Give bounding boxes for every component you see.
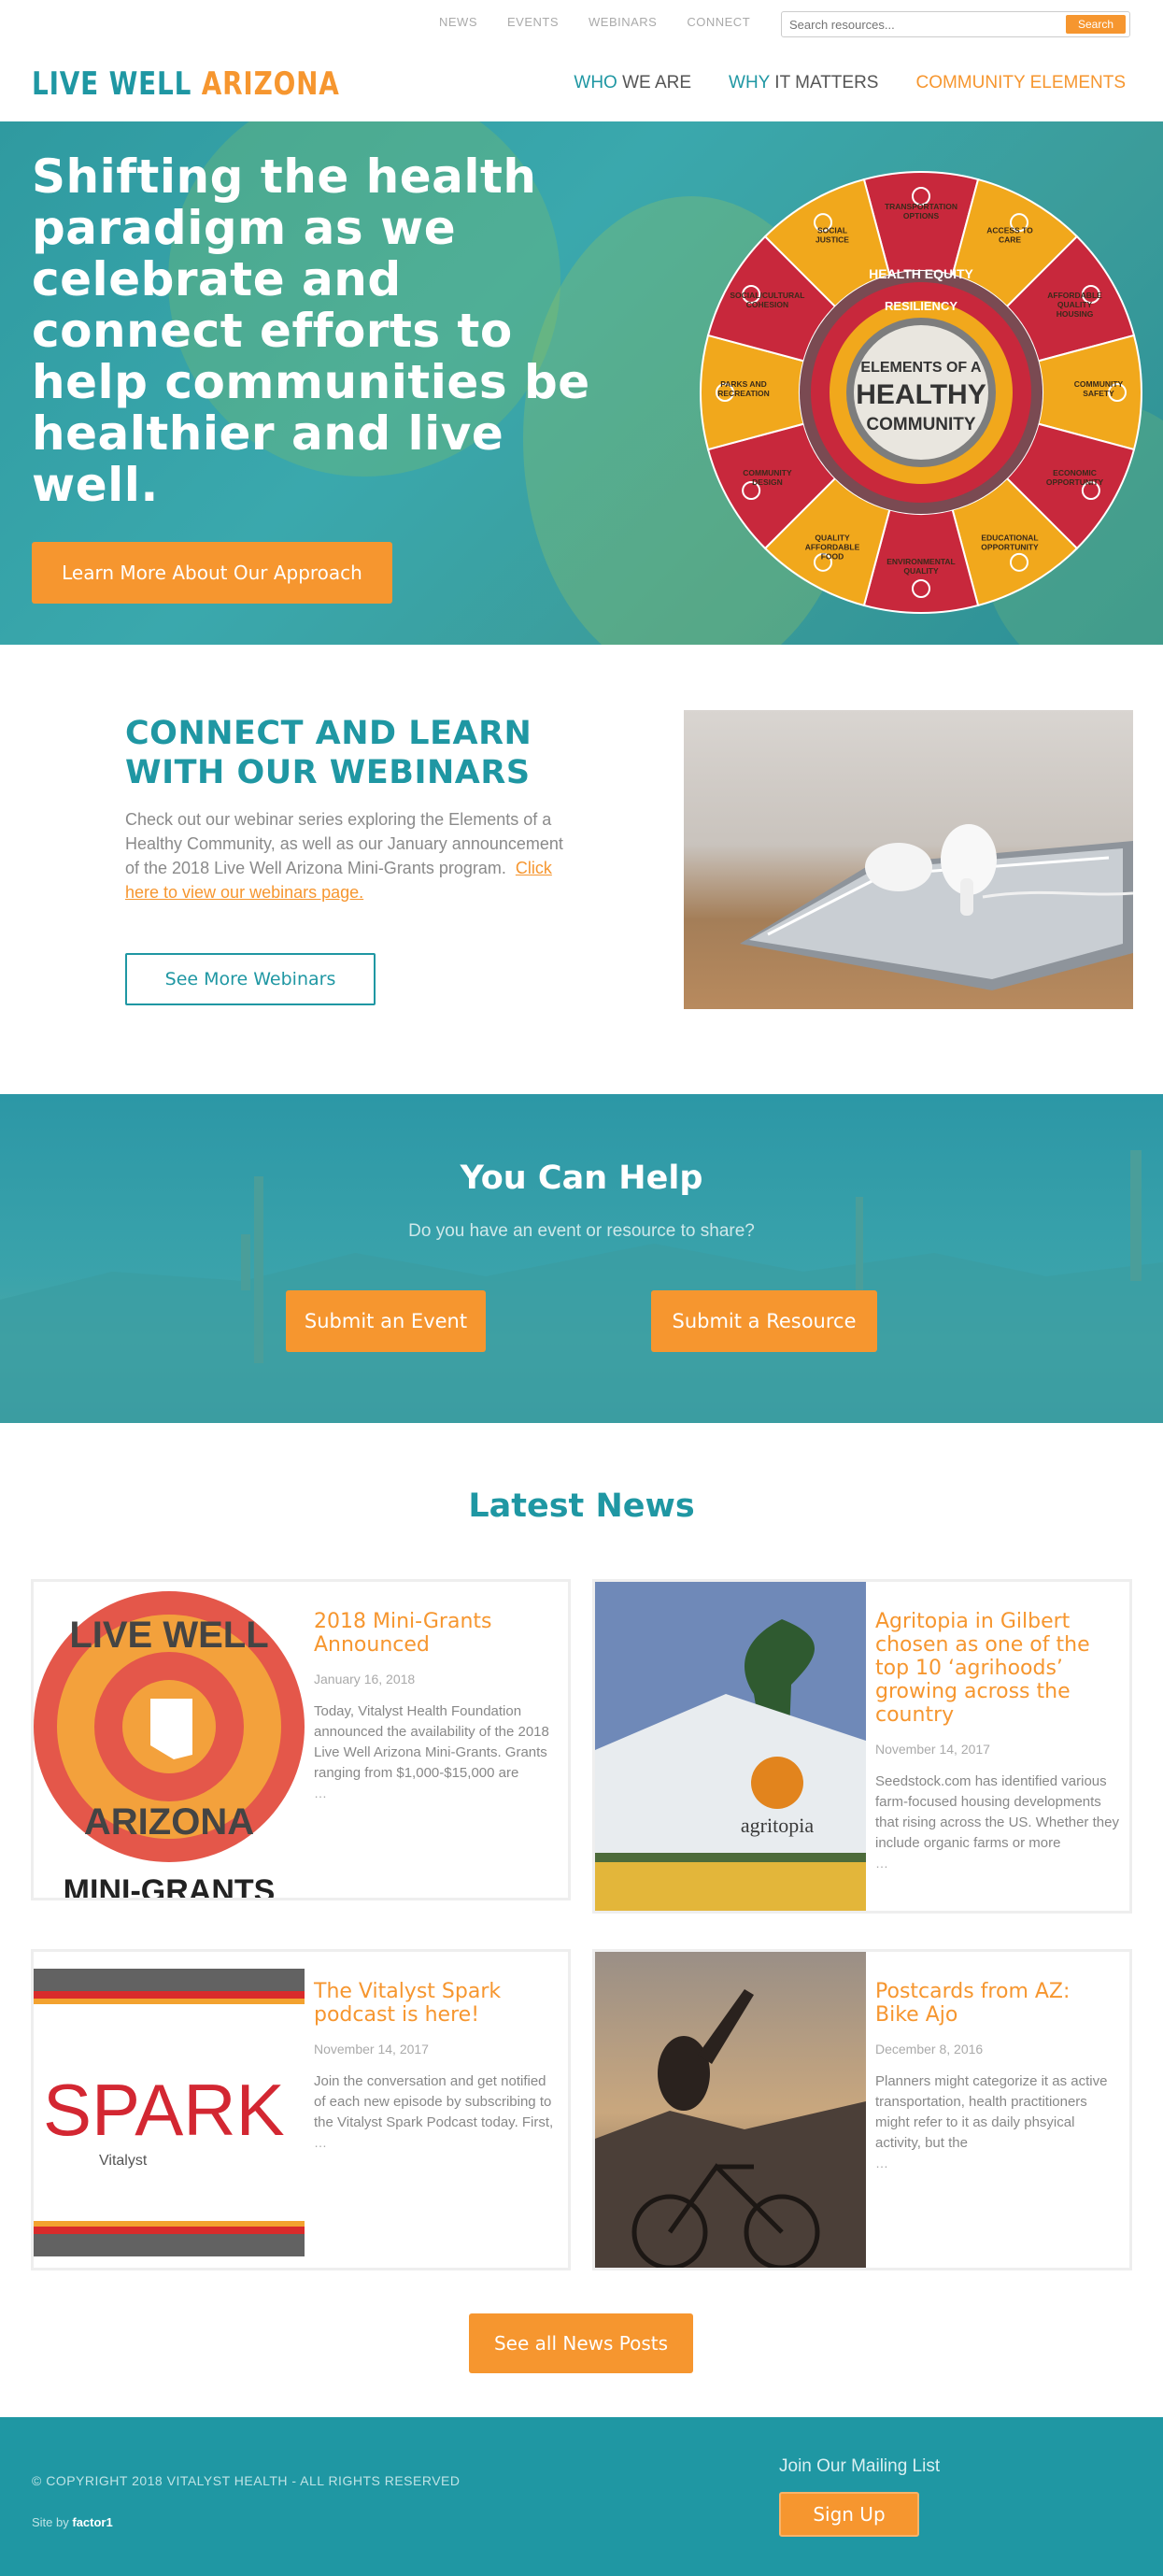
news-title[interactable]: Postcards from AZ: Bike Ajo [875,1980,1120,2027]
healthy-community-wheel: TRANSPORTATION OPTIONSACCESS TO CAREAFFORD… [700,171,1142,614]
nav-who-we-are[interactable]: WHO WE ARE [574,73,691,93]
nav-who-rest: WE ARE [617,73,692,93]
search-input[interactable] [789,16,1051,33]
webinars-text: Check out our webinar series exploring t… [125,807,574,904]
help-title: You Can Help [460,1160,703,1197]
earbuds-phone-illustration [740,824,1133,990]
wheel-segment-label: ECONOMIC OPPORTUNITY [1046,468,1104,487]
news-ellipsis: … [875,2156,888,2170]
news-date: November 14, 2017 [314,2042,429,2057]
utility-link-webinars[interactable]: WEBINARS [589,15,657,29]
search-button[interactable]: Search [1066,15,1126,34]
help-subtitle: Do you have an event or resource to shar… [408,1221,755,1241]
thumb-text-vitalyst: Vitalyst [99,2153,148,2169]
news-date: November 14, 2017 [875,1742,990,1757]
news-ellipsis: … [314,2135,327,2150]
search-box: Search [781,11,1130,37]
news-thumbnail: agritopia [595,1582,866,1911]
news-excerpt: Join the conversation and get notified o… [314,2073,554,2130]
nav-why-accent: WHY [729,73,771,93]
logo-text-live-well: LIVE WELL [32,65,192,103]
main-nav: LIVE WELL ARIZONA WHO WE ARE WHY IT MATT… [0,47,1163,121]
thumb-text-arizona: ARIZONA [84,1801,254,1843]
wheel-center-line3: COMMUNITY [866,415,975,434]
news-title[interactable]: The Vitalyst Spark podcast is here! [314,1980,559,2027]
news-card-body: 2018 Mini-Grants Announced January 16, 2… [314,1610,559,1800]
news-card[interactable]: LIVE WELL ARIZONA MINI-GRANTS 2018 Mini-… [31,1579,571,1900]
nav-menu: WHO WE ARE WHY IT MATTERS COMMUNITY ELEM… [574,73,1126,93]
news-thumbnail: SPARK Vitalyst [34,1952,305,2268]
news-card-body: The Vitalyst Spark podcast is here! Nove… [314,1980,559,2150]
see-all-news-button[interactable]: See all News Posts [469,2313,693,2373]
submit-event-button[interactable]: Submit an Event [286,1290,486,1352]
hero-section: Shifting the health paradigm as we celeb… [0,121,1163,645]
wheel-ring-label-equity: HEALTH EQUITY [869,266,973,281]
webinars-body: Check out our webinar series exploring t… [125,810,563,877]
thumb-text-mini-grants: MINI-GRANTS [64,1873,276,1898]
desert-background [0,1150,1163,1423]
news-ellipsis: … [875,1856,888,1871]
site-by-label: Site by [32,2515,69,2529]
utility-link-news[interactable]: NEWS [439,15,477,29]
site-by: Site by factor1 [32,2515,113,2529]
news-card[interactable]: agritopia Agritopia in Gilbert chosen as… [592,1579,1132,1914]
mini-grants-logo-image: LIVE WELL ARIZONA MINI-GRANTS [34,1582,305,1898]
news-excerpt: Seedstock.com has identified various far… [875,1773,1119,1851]
wheel-segment-label: PARKS AND RECREATION [717,379,770,398]
logo-text-arizona: ARIZONA [201,65,340,103]
news-ellipsis: … [314,1786,327,1800]
news-excerpt: Planners might categorize it as active t… [875,2073,1108,2151]
nav-community-elements[interactable]: COMMUNITY ELEMENTS [915,73,1126,93]
site-by-link[interactable]: factor1 [72,2515,112,2529]
webinars-title: CONNECT AND LEARN WITH OUR WEBINARS [125,715,532,791]
news-title[interactable]: Agritopia in Gilbert chosen as one of th… [875,1610,1120,1727]
utility-link-events[interactable]: EVENTS [507,15,559,29]
you-can-help-section: You Can Help Do you have an event or res… [0,1094,1163,1423]
spark-podcast-image: SPARK Vitalyst [34,1952,305,2268]
news-date: December 8, 2016 [875,2042,984,2057]
utility-bar: NEWS EVENTS WEBINARS CONNECT Search [0,0,1163,47]
bike-ajo-image [595,1952,866,2268]
thumb-text-live-well: LIVE WELL [69,1615,268,1656]
news-thumbnail: LIVE WELL ARIZONA MINI-GRANTS [34,1582,305,1898]
nav-who-accent: WHO [574,73,617,93]
wheel-ring-label-resiliency: RESILIENCY [885,299,957,313]
see-more-webinars-button[interactable]: See More Webinars [125,953,376,1005]
thumb-text-spark: SPARK [43,2069,285,2151]
nav-why-it-matters[interactable]: WHY IT MATTERS [729,73,878,93]
utility-links: NEWS EVENTS WEBINARS CONNECT [439,15,750,29]
agritopia-sign-image: agritopia [595,1582,866,1911]
wheel-segment-label: SOCIAL JUSTICE [816,225,849,244]
news-card-body: Postcards from AZ: Bike Ajo December 8, … [875,1980,1120,2170]
wheel-center-line1: ELEMENTS OF A [860,360,982,376]
learn-more-button[interactable]: Learn More About Our Approach [32,542,392,604]
footer: © COPYRIGHT 2018 VITALYST HEALTH - ALL R… [0,2417,1163,2576]
webinar-image [684,710,1133,1009]
wheel-segment-label: EDUCATIONAL OPPORTUNITY [981,534,1039,552]
latest-news-title: Latest News [468,1487,695,1525]
thumb-text-agritopia: agritopia [741,1814,814,1837]
news-card-body: Agritopia in Gilbert chosen as one of th… [875,1610,1120,1871]
wheel-center-line2: HEALTHY [856,379,986,410]
sign-up-button[interactable]: Sign Up [779,2492,919,2537]
copyright-text: © COPYRIGHT 2018 VITALYST HEALTH - ALL R… [32,2473,461,2488]
utility-link-connect[interactable]: CONNECT [687,15,750,29]
hero-title: Shifting the health paradigm as we celeb… [32,149,590,512]
news-date: January 16, 2018 [314,1672,416,1686]
news-title[interactable]: 2018 Mini-Grants Announced [314,1610,559,1657]
news-thumbnail [595,1952,866,2268]
nav-why-rest: IT MATTERS [770,73,879,93]
news-excerpt: Today, Vitalyst Health Foundation announ… [314,1703,549,1781]
news-card[interactable]: SPARK Vitalyst The Vitalyst Spark podcas… [31,1949,571,2270]
submit-resource-button[interactable]: Submit a Resource [651,1290,877,1352]
news-card[interactable]: Postcards from AZ: Bike Ajo December 8, … [592,1949,1132,2270]
site-logo[interactable]: LIVE WELL ARIZONA [32,65,340,103]
mailing-list-title: Join Our Mailing List [779,2456,941,2476]
